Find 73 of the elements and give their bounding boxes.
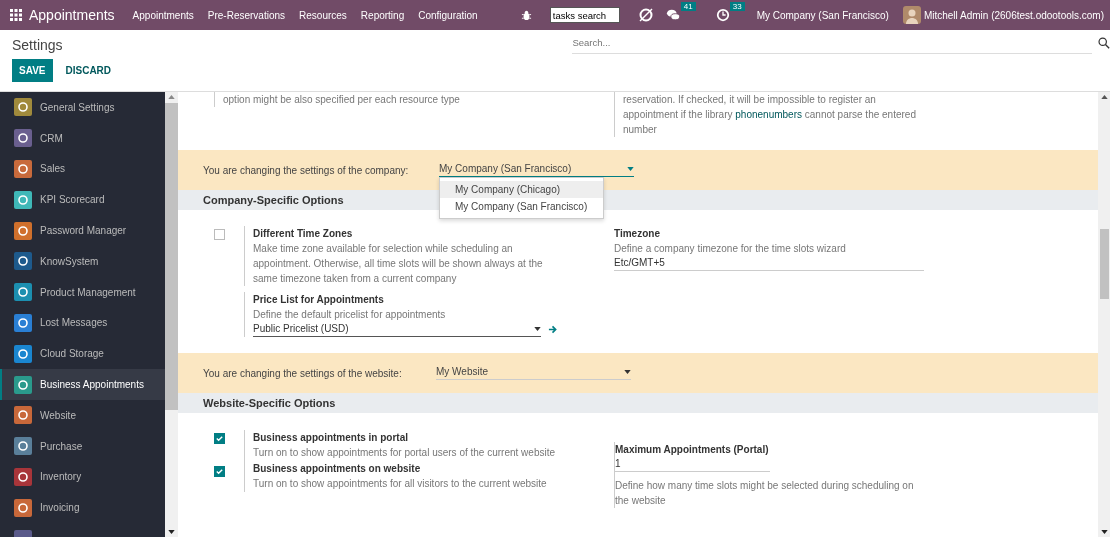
section-heading: Website-Specific Options bbox=[178, 393, 1098, 413]
user-menu[interactable]: Mitchell Admin (2606test.odootools.com) bbox=[923, 9, 1104, 21]
sidebar-item[interactable]: Product Management bbox=[0, 276, 165, 308]
banner-label: You are changing the settings of the website: bbox=[203, 367, 403, 379]
chat-icon[interactable] bbox=[665, 8, 681, 22]
website-select[interactable]: My Website bbox=[436, 366, 631, 380]
menu-item[interactable]: Pre-Reservations bbox=[207, 9, 286, 21]
bug-icon[interactable] bbox=[520, 9, 532, 21]
sidebar-item[interactable]: Inventory bbox=[0, 461, 165, 493]
sidebar-item[interactable]: Sales bbox=[0, 153, 165, 185]
setting-description: option might be also specified per each resource type bbox=[223, 93, 461, 107]
sidebar-item[interactable]: Website bbox=[0, 399, 165, 431]
setting-title: Timezone bbox=[614, 227, 661, 241]
checkbox[interactable] bbox=[214, 433, 225, 444]
arrow-right-icon[interactable] bbox=[548, 325, 557, 334]
setting-title: Business appointments on website bbox=[253, 462, 422, 476]
scroll-down-icon[interactable] bbox=[1100, 530, 1108, 534]
sidebar-item[interactable]: KPI Scorecard bbox=[0, 184, 165, 216]
menu-item[interactable]: Reporting bbox=[360, 9, 405, 21]
search-icon[interactable] bbox=[1098, 37, 1110, 49]
sidebar-item[interactable]: Business Appointments bbox=[0, 369, 165, 400]
message-count-badge: 41 bbox=[680, 2, 696, 11]
page-scrollbar[interactable] bbox=[1098, 92, 1110, 537]
setting-description: Define how many time slots might be selected during scheduling on the website bbox=[615, 479, 915, 508]
checkbox[interactable] bbox=[214, 466, 225, 477]
setting-description: Turn on to show appointments for portal users of the current website bbox=[253, 446, 556, 460]
search-field[interactable]: tasks search bbox=[549, 7, 620, 23]
timezone-field[interactable]: Etc/GMT+5 bbox=[614, 256, 924, 271]
max-appointments-field[interactable]: 1 bbox=[615, 457, 770, 472]
setting-description: Turn on to show appointments for all visitors to the current website bbox=[253, 477, 548, 491]
scroll-down-icon[interactable] bbox=[168, 530, 175, 534]
menu-item[interactable]: Resources bbox=[299, 9, 347, 21]
pricelist-select[interactable]: Public Pricelist (USD) bbox=[253, 322, 541, 337]
phonenumbers-link[interactable]: phonenumbers bbox=[735, 109, 802, 120]
setting-title: Business appointments in portal bbox=[253, 431, 410, 445]
caret-icon bbox=[627, 166, 634, 171]
menu-item[interactable]: Configuration bbox=[418, 9, 478, 21]
sidebar-item[interactable]: CRM bbox=[0, 122, 165, 154]
dropdown-option[interactable]: My Company (Chicago) bbox=[440, 181, 603, 198]
page-title: Settings bbox=[12, 37, 64, 53]
sidebar-item[interactable]: Password Manager bbox=[0, 215, 165, 246]
clock-icon[interactable] bbox=[715, 8, 730, 22]
setting-title: Price List for Appointments bbox=[253, 293, 385, 307]
sidebar-item[interactable]: Purchase bbox=[0, 430, 165, 462]
sidebar-item[interactable]: General Settings bbox=[0, 92, 165, 123]
scroll-up-icon[interactable] bbox=[168, 95, 175, 99]
caret-icon bbox=[534, 326, 541, 331]
ring-icon[interactable] bbox=[637, 7, 654, 23]
setting-title: Maximum Appointments (Portal) bbox=[615, 443, 770, 457]
menu-item[interactable]: Appointments bbox=[132, 9, 194, 21]
avatar-icon[interactable] bbox=[902, 6, 921, 24]
checkbox[interactable] bbox=[214, 229, 225, 240]
activity-count-badge: 33 bbox=[729, 2, 745, 11]
setting-description: Make time zone available for selection while scheduling an appointment. Otherwise, all time slots will be shown always at the same timezone taken from a current company bbox=[253, 242, 544, 286]
setting-title: Different Time Zones bbox=[253, 227, 354, 241]
save-button[interactable]: SAVE bbox=[12, 59, 53, 82]
sidebar-item[interactable]: KnowSystem bbox=[0, 246, 165, 277]
caret-icon bbox=[624, 369, 631, 374]
banner-label: You are changing the settings of the company: bbox=[203, 164, 410, 176]
company-switcher[interactable]: My Company (San Francisco) bbox=[756, 9, 889, 21]
scrollbar-thumb[interactable] bbox=[165, 103, 178, 410]
setting-description: reservation. If checked, it will be impossible to register an appointment if the library phonenumbers cannot parse the entered number bbox=[623, 93, 917, 137]
app-title[interactable]: Appointments bbox=[29, 7, 115, 23]
sidebar-item[interactable]: Cloud Storage bbox=[0, 338, 165, 370]
setting-description: Define the default pricelist for appointments bbox=[253, 308, 447, 322]
scroll-up-icon[interactable] bbox=[1100, 95, 1108, 99]
sidebar-scrollbar[interactable] bbox=[165, 92, 178, 537]
discard-button[interactable]: DISCARD bbox=[58, 59, 119, 82]
setting-description: Define a company timezone for the time slots wizard bbox=[614, 242, 847, 256]
sidebar-item[interactable]: Invoicing bbox=[0, 492, 165, 524]
apps-menu-icon[interactable] bbox=[10, 9, 22, 21]
sidebar-item[interactable]: Lost Messages bbox=[0, 307, 165, 339]
scrollbar-thumb[interactable] bbox=[1099, 229, 1109, 299]
